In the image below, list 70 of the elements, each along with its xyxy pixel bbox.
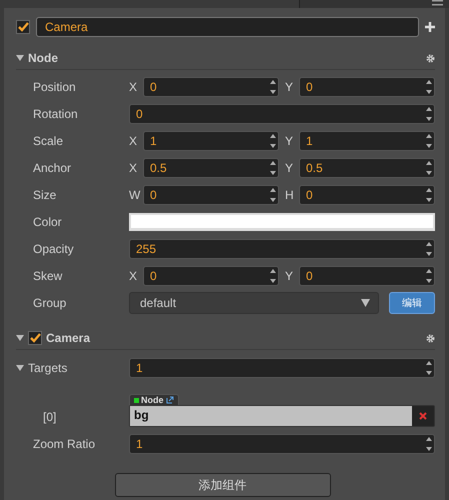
collapse-triangle-icon[interactable]: [16, 54, 24, 62]
number-field[interactable]: 1: [129, 434, 435, 454]
collapse-triangle-icon[interactable]: [16, 334, 24, 342]
number-field[interactable]: 0.5: [143, 158, 279, 178]
edit-button[interactable]: 编辑: [389, 292, 435, 314]
property-label: Color: [32, 215, 63, 229]
spinner-icon[interactable]: [424, 132, 434, 150]
axis-label: H: [285, 188, 295, 202]
menu-icon[interactable]: [432, 0, 443, 6]
property-label: Anchor: [32, 161, 72, 175]
axis-label: X: [129, 80, 138, 94]
number-field[interactable]: 0: [143, 185, 279, 205]
group-dropdown[interactable]: default: [129, 292, 379, 314]
axis-label: Y: [285, 80, 294, 94]
axis-label: X: [129, 161, 138, 175]
number-field[interactable]: 0: [299, 185, 435, 205]
axis-label: Y: [285, 269, 294, 283]
axis-label: Y: [285, 161, 294, 175]
dropdown-arrow-icon: [361, 299, 370, 307]
color-swatch[interactable]: [129, 213, 435, 231]
settings-icon[interactable]: [426, 334, 435, 342]
property-label: Skew: [32, 269, 64, 283]
spinner-icon[interactable]: [424, 240, 434, 258]
number-field[interactable]: 0: [299, 266, 435, 286]
number-field[interactable]: 0: [299, 77, 435, 97]
number-field[interactable]: 0.5: [299, 158, 435, 178]
property-label: Opacity: [32, 242, 75, 256]
axis-label: X: [129, 134, 138, 148]
property-label: Position: [32, 80, 77, 94]
spinner-icon[interactable]: [424, 78, 434, 96]
open-link-icon[interactable]: [166, 396, 174, 404]
axis-label: W: [129, 188, 139, 202]
spinner-icon[interactable]: [268, 186, 278, 204]
spinner-icon[interactable]: [424, 105, 434, 123]
axis-label: Y: [285, 134, 294, 148]
add-component-button[interactable]: 添加组件: [114, 473, 330, 497]
spinner-icon[interactable]: [424, 435, 434, 453]
number-field[interactable]: 0: [129, 104, 435, 124]
property-label: Rotation: [32, 107, 79, 121]
property-label: Size: [32, 188, 58, 202]
property-label: Scale: [32, 134, 64, 148]
property-label: Targets: [28, 361, 68, 375]
array-index-label: [0]: [42, 410, 58, 426]
type-tag: Node: [129, 394, 178, 405]
node-type-icon: [134, 398, 139, 402]
number-field[interactable]: 1: [299, 131, 435, 151]
property-label: Group: [32, 296, 68, 310]
spinner-icon[interactable]: [268, 267, 278, 285]
spinner-icon[interactable]: [424, 267, 434, 285]
spinner-icon[interactable]: [268, 159, 278, 177]
component-checkbox[interactable]: [28, 331, 42, 345]
settings-icon[interactable]: [426, 54, 435, 62]
axis-label: X: [129, 269, 138, 283]
add-icon[interactable]: [425, 22, 435, 32]
spinner-icon[interactable]: [424, 186, 434, 204]
number-field[interactable]: 1: [129, 358, 435, 378]
property-label: Zoom Ratio: [32, 437, 96, 451]
number-field[interactable]: 0: [143, 266, 279, 286]
number-field[interactable]: 1: [143, 131, 279, 151]
spinner-icon[interactable]: [268, 78, 278, 96]
number-field[interactable]: 0: [143, 77, 279, 97]
section-title: Camera: [46, 331, 92, 345]
spinner-icon[interactable]: [268, 132, 278, 150]
spinner-icon[interactable]: [424, 359, 434, 377]
name-field[interactable]: Camera: [36, 17, 419, 37]
collapse-triangle-icon[interactable]: [16, 364, 24, 372]
active-checkbox[interactable]: [16, 20, 30, 34]
section-title: Node: [28, 51, 59, 65]
number-field[interactable]: 255: [129, 239, 435, 259]
spinner-icon[interactable]: [424, 159, 434, 177]
